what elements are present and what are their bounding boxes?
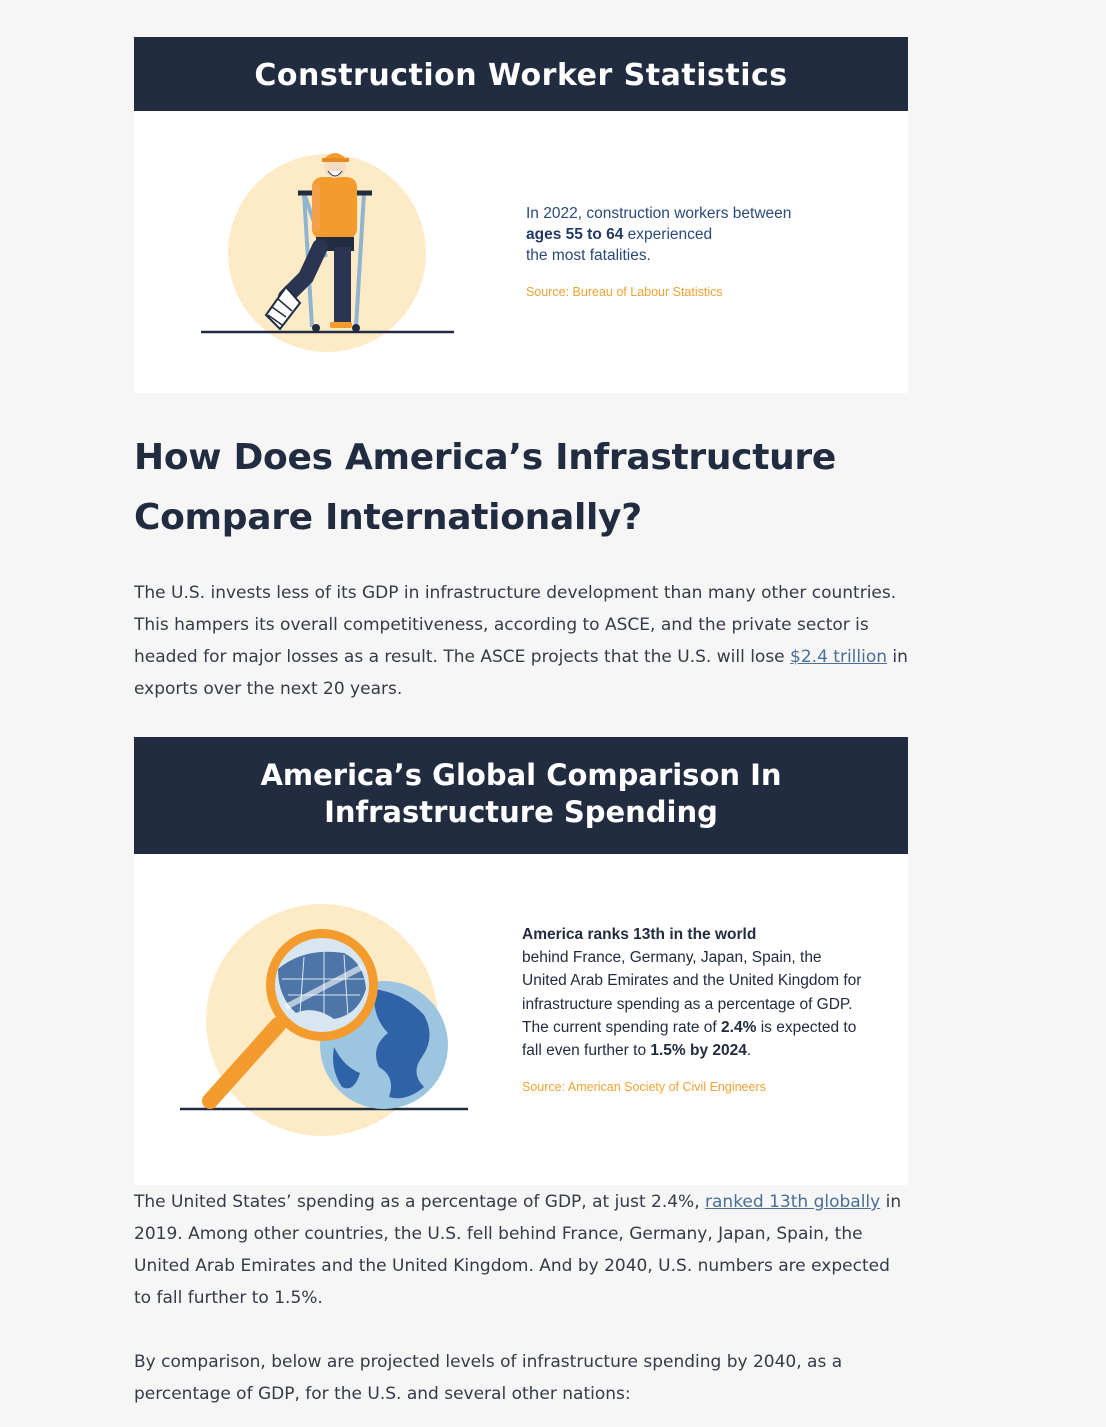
exports-loss-link[interactable]: $2.4 trillion (790, 647, 887, 667)
title-line2: Infrastructure Spending (324, 795, 718, 829)
paragraph-text: The United States’ spending as a percent… (134, 1192, 706, 1212)
infographic-title: America’s Global Comparison In Infrastru… (134, 737, 908, 854)
section-heading: How Does America’s Infrastructure Compar… (134, 428, 908, 548)
stat-rank-lead: America ranks 13th in the world (522, 926, 757, 943)
stat-age-range: ages 55 to 64 (526, 226, 624, 243)
paragraph-text: The U.S. invests less of its GDP in infr… (134, 583, 897, 667)
ranked-13th-link[interactable]: ranked 13th globally (705, 1192, 880, 1212)
injured-worker-illustration (201, 153, 454, 352)
spending-paragraph: The United States’ spending as a percent… (134, 1186, 908, 1314)
comparison-intro-paragraph: By comparison, below are projected level… (134, 1352, 843, 1404)
source-citation: Source: American Society of Civil Engine… (522, 1080, 766, 1095)
spending-rank-stat-text: America ranks 13th in the world behind F… (522, 923, 862, 1099)
construction-stats-infographic: Construction Worker Statistics In 2022, … (134, 37, 908, 393)
stat-line3: the most fatalities. (526, 247, 651, 264)
global-comparison-infographic: America’s Global Comparison In Infrastru… (134, 737, 908, 1185)
infographic-title: Construction Worker Statistics (134, 37, 908, 111)
stat-line1: In 2022, construction workers between (526, 205, 792, 222)
magnifier-globe-illustration (180, 904, 468, 1136)
stat-current-rate: 2.4% (721, 1018, 757, 1036)
fatality-stat-text: In 2022, construction workers between ag… (526, 203, 846, 303)
intro-paragraph: The U.S. invests less of its GDP in infr… (134, 577, 908, 705)
stat-line2-suffix: experienced (627, 226, 713, 243)
source-citation: Source: Bureau of Labour Statistics (526, 285, 723, 299)
title-line1: America’s Global Comparison In (260, 758, 782, 792)
stat-end: . (746, 1042, 752, 1060)
heading-line2: Compare Internationally? (134, 497, 642, 538)
heading-line1: How Does America’s Infrastructure (134, 437, 836, 478)
stat-future-rate: 1.5% by 2024 (650, 1042, 747, 1060)
